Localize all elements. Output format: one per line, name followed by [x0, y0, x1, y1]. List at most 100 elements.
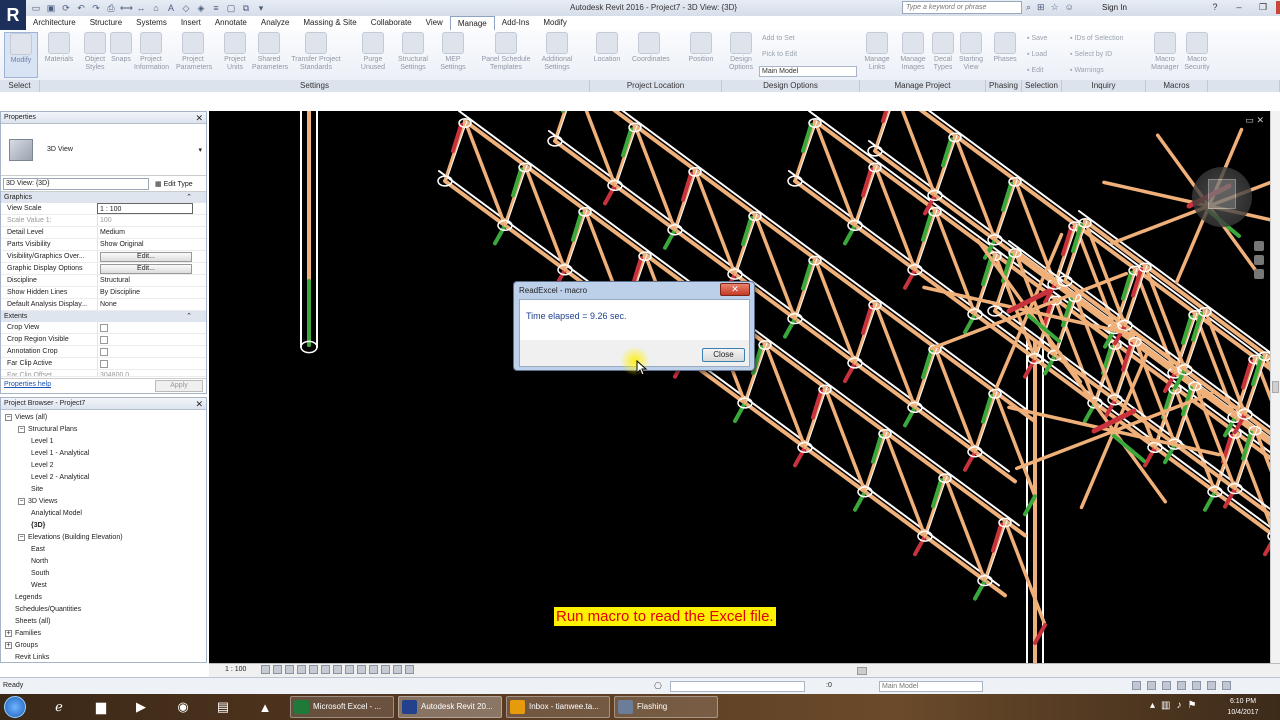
collapse-icon[interactable]: −	[18, 533, 25, 541]
selection-save-button[interactable]: ▪ Save	[1027, 34, 1047, 44]
apply-button[interactable]: Apply	[155, 380, 203, 392]
browser-item[interactable]: West	[31, 580, 47, 592]
tab-modify[interactable]: Modify	[536, 16, 574, 30]
design-options-button[interactable]: Design Options	[724, 32, 758, 78]
close-icon[interactable]: ✕	[195, 398, 203, 410]
analytical-model-icon[interactable]	[381, 665, 390, 674]
panel-select[interactable]: Select	[0, 80, 40, 92]
highlight-displacement-icon[interactable]	[393, 665, 402, 674]
view-scale[interactable]: 1 : 100	[225, 666, 246, 673]
browser-item[interactable]: Level 1 - Analytical	[31, 448, 89, 460]
checkbox[interactable]	[100, 360, 108, 368]
purge-unused-button[interactable]: Purge Unused	[356, 32, 390, 78]
project-information-button[interactable]: Project Information	[134, 32, 169, 78]
select-by-face-icon[interactable]	[1192, 681, 1201, 690]
modify-button[interactable]: Modify	[4, 32, 38, 78]
qat-dropdown-icon[interactable]: ▾	[255, 2, 267, 14]
property-value[interactable]: By Discipline	[97, 287, 193, 298]
constraints-icon[interactable]	[405, 665, 414, 674]
volume-icon[interactable]: ♪	[1176, 700, 1181, 711]
taskbar-item[interactable]: Inbox - tianwee.ta...	[506, 696, 610, 718]
checkbox[interactable]	[100, 348, 108, 356]
design-option-status-select[interactable]: Main Model	[879, 681, 983, 692]
drag-on-selection-icon[interactable]	[1207, 681, 1216, 690]
help-icon[interactable]: ?	[1204, 1, 1226, 14]
ids-of-selection-button[interactable]: ▪ IDs of Selection	[1070, 34, 1123, 44]
select-pinned-icon[interactable]	[1177, 681, 1186, 690]
tray-expand-icon[interactable]: ▴	[1150, 700, 1155, 711]
app-menu-button[interactable]: R	[0, 0, 26, 30]
browser-item[interactable]: − Structural Plans	[18, 424, 77, 436]
browser-item[interactable]: Analytical Model	[31, 508, 82, 520]
taskbar-item[interactable]: Microsoft Excel - ...	[290, 696, 394, 718]
properties-help-link[interactable]: Properties help	[4, 381, 51, 388]
close-icon[interactable]: ✕	[195, 112, 203, 124]
property-value[interactable]: Show Original	[97, 239, 193, 250]
workset-select[interactable]	[670, 681, 805, 692]
macro-manager-button[interactable]: Macro Manager	[1148, 32, 1182, 78]
dialog-close-button[interactable]: Close	[702, 348, 745, 362]
clock[interactable]: 6:10 PM 10/4/2017	[1222, 696, 1264, 718]
position-button[interactable]: Position	[684, 32, 718, 78]
structural-settings-button[interactable]: Structural Settings	[396, 32, 430, 78]
section-icon[interactable]: ◈	[195, 2, 207, 14]
tab-architecture[interactable]: Architecture	[26, 16, 83, 30]
browser-item[interactable]: + Groups	[5, 640, 38, 652]
manage-links-button[interactable]: Manage Links	[860, 32, 894, 78]
viewcube-face[interactable]	[1208, 179, 1236, 209]
transfer-project-standards-button[interactable]: Transfer Project Standards	[288, 32, 344, 78]
editable-only-icon[interactable]	[1132, 681, 1141, 690]
network-icon[interactable]: ▥	[1161, 700, 1170, 711]
browser-item[interactable]: Sheets (all)	[5, 616, 50, 628]
favorites-icon[interactable]: ☆	[1051, 2, 1059, 13]
coordinates-button[interactable]: Coordinates	[632, 32, 670, 78]
selection-load-button[interactable]: ▪ Load	[1027, 50, 1047, 60]
checkbox[interactable]	[100, 336, 108, 344]
collapse-icon[interactable]: −	[18, 497, 25, 505]
property-value[interactable]: Medium	[97, 227, 193, 238]
close-icon[interactable]: ✕	[1256, 115, 1264, 125]
tab-systems[interactable]: Systems	[129, 16, 174, 30]
collapse-icon[interactable]: ⌃	[186, 192, 192, 203]
dimension-icon[interactable]: ↔	[135, 2, 147, 14]
visual-style-icon[interactable]	[273, 665, 282, 674]
internet-explorer-icon[interactable]: ℯ	[42, 696, 76, 718]
browser-item[interactable]: Schedules/Quantities	[5, 604, 81, 616]
group-extents[interactable]: Extents ⌃	[1, 311, 206, 322]
property-value[interactable]: Edit...	[97, 251, 193, 262]
tab-insert[interactable]: Insert	[174, 16, 208, 30]
edit-button[interactable]: Edit...	[100, 252, 192, 262]
detail-level-icon[interactable]	[261, 665, 270, 674]
browser-item[interactable]: Site	[31, 484, 43, 496]
media-player-icon[interactable]: ▶	[124, 696, 158, 718]
property-value[interactable]	[97, 346, 193, 357]
additional-settings-button[interactable]: Additional Settings	[540, 32, 574, 78]
expand-icon[interactable]: +	[5, 629, 12, 637]
select-by-id-button[interactable]: ▪ Select by ID	[1070, 50, 1112, 60]
property-value[interactable]	[97, 334, 193, 345]
tab-analyze[interactable]: Analyze	[254, 16, 296, 30]
close-button[interactable]: ✕	[1276, 1, 1280, 14]
undo-icon[interactable]: ↶	[75, 2, 87, 14]
instance-filter-select[interactable]: 3D View: {3D}	[3, 177, 149, 190]
property-value[interactable]	[97, 322, 193, 333]
tab-annotate[interactable]: Annotate	[208, 16, 254, 30]
tab-collaborate[interactable]: Collaborate	[364, 16, 419, 30]
chevron-down-icon[interactable]: ▾	[198, 146, 202, 154]
collapse-icon[interactable]: −	[18, 425, 25, 433]
checkbox[interactable]	[100, 324, 108, 332]
viewcube[interactable]	[1192, 167, 1252, 227]
maximize-button[interactable]: ❐	[1252, 1, 1274, 14]
scrollbar-thumb[interactable]	[1272, 381, 1279, 393]
tag-icon[interactable]: ⌂	[150, 2, 162, 14]
location-button[interactable]: Location	[590, 32, 624, 78]
flag-icon[interactable]: ⚑	[1187, 700, 1196, 711]
add-to-set-button[interactable]: Add to Set	[762, 34, 795, 44]
chrome-icon[interactable]: ◉	[166, 696, 200, 718]
file-explorer-icon[interactable]: ▆	[84, 696, 118, 718]
property-value[interactable]	[97, 358, 193, 369]
start-button[interactable]	[4, 696, 26, 718]
temporary-hide-icon[interactable]	[357, 665, 366, 674]
mep-settings-button[interactable]: MEP Settings	[436, 32, 470, 78]
text-icon[interactable]: A	[165, 2, 177, 14]
